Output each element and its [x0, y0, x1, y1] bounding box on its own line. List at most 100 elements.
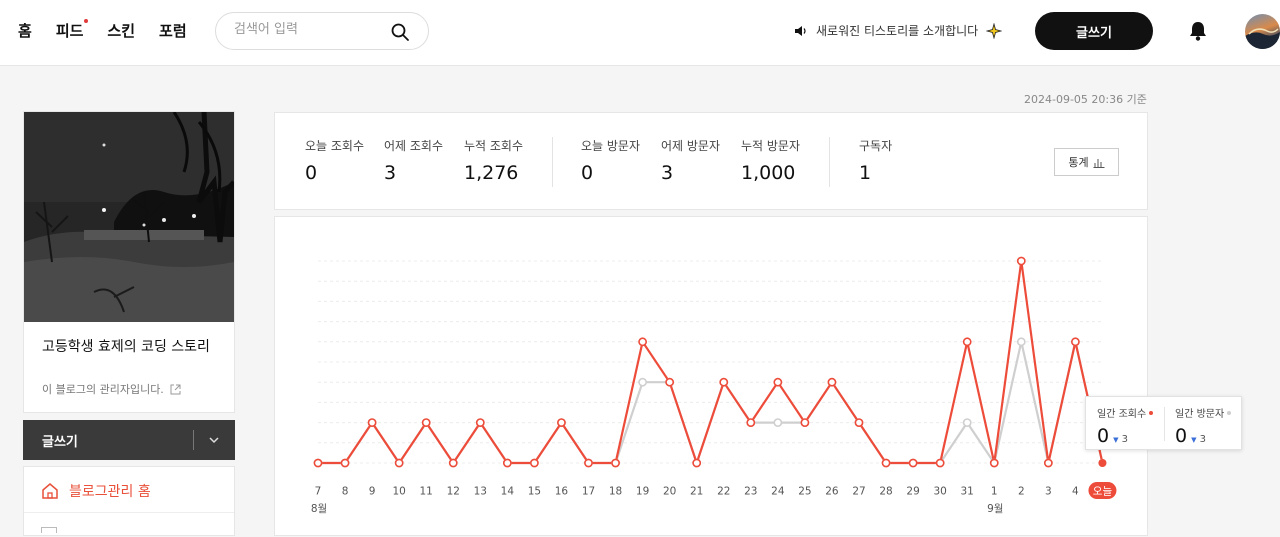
- x-tick-label: 3: [1045, 486, 1052, 498]
- x-tick-label: 31: [961, 486, 974, 498]
- data-point: [557, 418, 566, 427]
- x-tick-label: 19: [636, 486, 649, 498]
- menu-item-icon: [41, 527, 57, 533]
- x-tick-label: 8: [342, 486, 349, 498]
- tooltip-label: 일간 방문자: [1175, 409, 1225, 420]
- data-point: [475, 418, 485, 427]
- tooltip-delta-value: 3: [1121, 434, 1129, 445]
- stat-label: 오늘 조회수: [305, 139, 365, 153]
- x-tick-label: 24: [771, 486, 785, 498]
- nav-item-home[interactable]: 홈: [18, 20, 32, 41]
- divider: [552, 137, 553, 187]
- x-tick-label: 25: [798, 486, 811, 498]
- avatar[interactable]: [1245, 14, 1280, 49]
- nav-item-skin[interactable]: 스킨: [107, 20, 135, 41]
- data-point: [692, 458, 702, 468]
- write-button[interactable]: 글쓰기: [1035, 12, 1153, 50]
- x-tick-label: 2: [1018, 486, 1025, 498]
- stat-today-visitors: 오늘 방문자 0: [581, 137, 640, 184]
- stat-label: 누적 방문자: [741, 139, 801, 153]
- top-bar: 홈 피드 스킨 포럼 새로워진 티스토리를 소개합니다 글쓰기: [0, 0, 1280, 66]
- data-point: [773, 377, 783, 387]
- tooltip-delta: ▼ 3: [1191, 434, 1206, 445]
- data-point: [908, 458, 918, 468]
- search-input[interactable]: [234, 22, 384, 37]
- speaker-icon: [795, 25, 806, 36]
- menu-item-admin-home[interactable]: 블로그관리 홈: [41, 481, 151, 501]
- stat-value: 1: [859, 162, 872, 184]
- tooltip-views: 일간 조회수 0 ▼ 3: [1097, 405, 1154, 447]
- stats-summary-card: 오늘 조회수 0 어제 조회수 3 누적 조회수 1,276 오늘 방문자 0 …: [274, 112, 1148, 210]
- data-point: [340, 458, 350, 468]
- search-icon[interactable]: [390, 22, 410, 42]
- data-point: [529, 458, 539, 468]
- x-tick-label: 30: [933, 486, 946, 498]
- data-point: [1043, 458, 1053, 468]
- write-dropdown[interactable]: 글쓰기: [23, 420, 235, 460]
- stat-total-visitors: 누적 방문자 1,000: [741, 137, 800, 184]
- bar-chart-icon: [1093, 158, 1105, 168]
- down-triangle-icon: ▼: [1113, 436, 1119, 444]
- x-tick-label: 18: [609, 486, 622, 498]
- nav-item-feed[interactable]: 피드: [55, 19, 89, 41]
- x-tick-label: 21: [690, 486, 703, 498]
- data-point: [854, 418, 864, 427]
- divider: [829, 137, 830, 187]
- nav-item-forum[interactable]: 포럼: [159, 20, 187, 41]
- new-dot-badge: [84, 19, 89, 23]
- stat-label: 오늘 방문자: [581, 139, 641, 153]
- x-tick-label: 13: [474, 486, 487, 498]
- home-icon: [42, 483, 58, 499]
- x-tick-label: 14: [501, 486, 515, 498]
- legend-dot: [1227, 410, 1232, 415]
- statistics-button[interactable]: 통계: [1054, 148, 1119, 176]
- data-point: [367, 418, 377, 427]
- notice-banner[interactable]: 새로워진 티스토리를 소개합니다: [794, 22, 1003, 39]
- blog-name[interactable]: 고등학생 효제의 코딩 스토리: [42, 336, 222, 358]
- down-triangle-icon: ▼: [1191, 436, 1197, 444]
- stat-value: 3: [384, 162, 397, 184]
- x-tick-label: 오늘: [1093, 486, 1113, 498]
- x-tick-label: 4: [1072, 486, 1079, 498]
- data-point: [448, 458, 458, 468]
- menu-item-label: 블로그관리 홈: [69, 484, 151, 500]
- data-point: [719, 377, 729, 387]
- daily-stats-chart: 7 8 9 10 11 12 13 14 15 16 17 18 19 20 21 22 23 24 25 26 27 2…: [311, 256, 1117, 515]
- data-point: [611, 458, 620, 468]
- stat-value: 1,276: [464, 162, 519, 184]
- data-point: [638, 377, 647, 387]
- data-point: [665, 377, 675, 387]
- stat-value: 0: [581, 162, 594, 184]
- tooltip-label: 일간 조회수: [1097, 409, 1147, 420]
- tooltip-value: 0: [1097, 425, 1110, 447]
- data-point: [1016, 337, 1026, 347]
- stat-label: 어제 조회수: [384, 139, 444, 153]
- data-point: [746, 418, 756, 427]
- tooltip-delta: ▼ 3: [1113, 434, 1128, 445]
- blog-description[interactable]: 이 블로그의 관리자입니다.: [42, 381, 181, 397]
- nav-label: 피드: [55, 22, 84, 40]
- stat-value: 0: [305, 162, 318, 184]
- statistics-button-label: 통계: [1068, 156, 1089, 169]
- data-point: [989, 458, 999, 468]
- main-nav: 홈 피드 스킨 포럼: [18, 19, 187, 41]
- stat-value: 1,000: [741, 162, 796, 184]
- divider: [1164, 407, 1165, 441]
- stat-label: 누적 조회수: [464, 139, 524, 153]
- x-tick-label: 28: [879, 486, 892, 498]
- bell-icon[interactable]: [1188, 20, 1208, 42]
- divider: [193, 430, 194, 450]
- x-tick-label: 26: [825, 486, 839, 498]
- tooltip-visitors: 일간 방문자 0 ▼ 3: [1175, 405, 1232, 447]
- data-point: [313, 458, 323, 468]
- x-tick-label: 16: [555, 486, 569, 498]
- blog-cover-image: [24, 112, 234, 322]
- data-point: [584, 458, 593, 468]
- x-tick-label: 23: [744, 486, 757, 498]
- stat-value: 3: [661, 162, 674, 184]
- x-tick-label: 27: [852, 486, 865, 498]
- chevron-down-icon[interactable]: [207, 433, 221, 447]
- stat-subscribers: 구독자 1: [859, 137, 892, 184]
- data-point: [421, 418, 431, 427]
- tooltip-delta-value: 3: [1199, 434, 1207, 445]
